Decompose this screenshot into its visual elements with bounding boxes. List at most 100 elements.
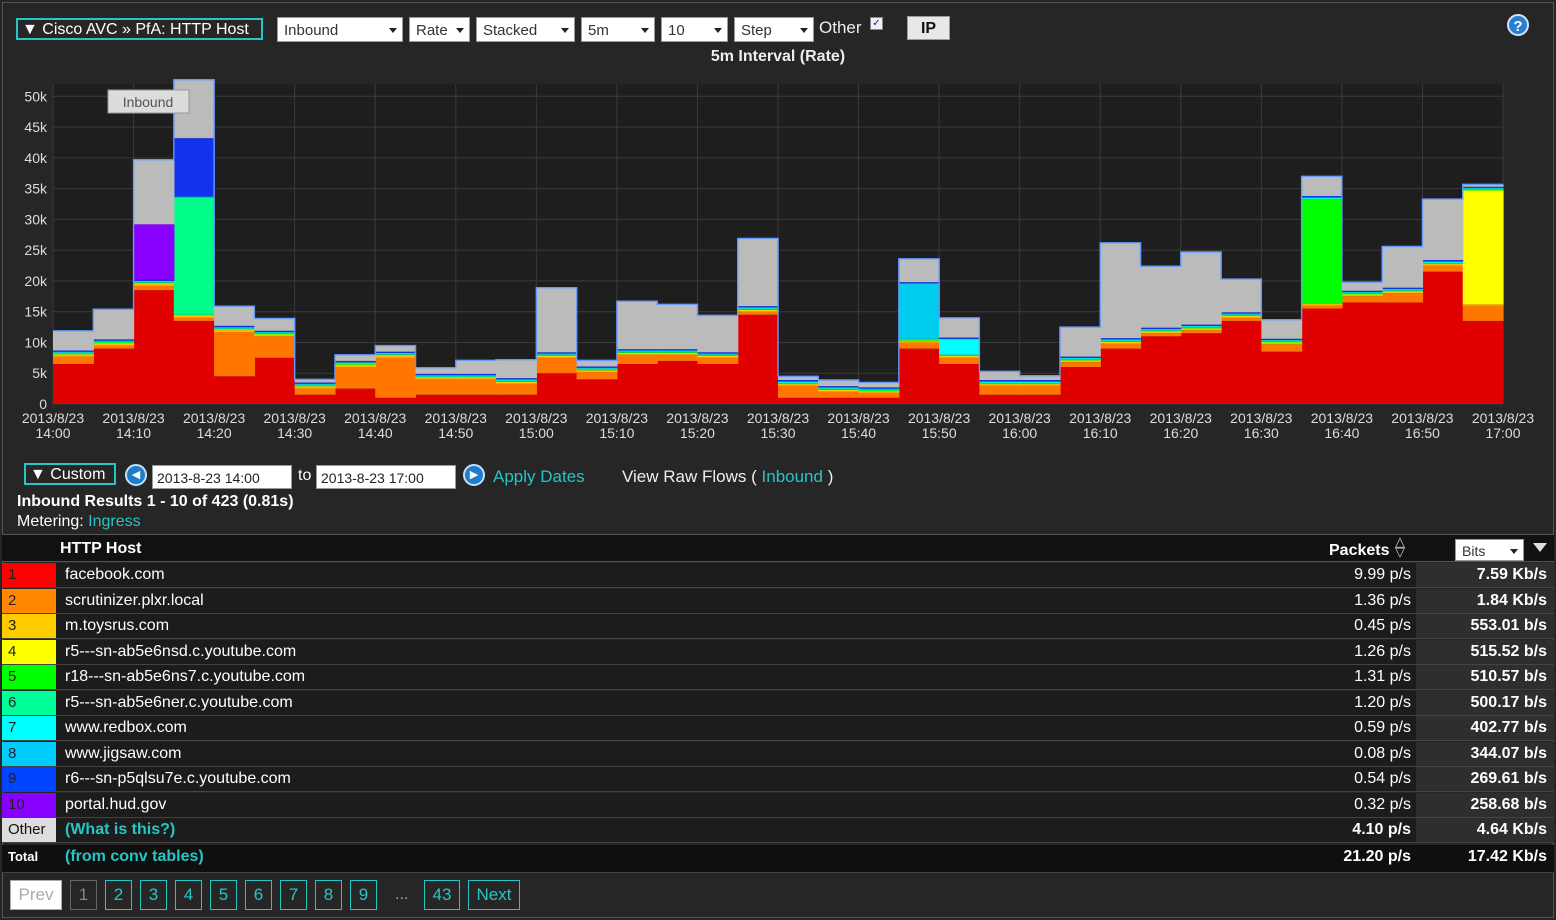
table-row[interactable]: 10 portal.hud.gov 0.32 p/s 258.68 b/s [2,792,1554,818]
bar-segment-4-33 [1382,290,1424,292]
page-5-button[interactable]: 5 [210,880,237,910]
table-row[interactable]: 1 facebook.com 9.99 p/s 7.59 Kb/s [2,563,1554,588]
host-name[interactable]: r5---sn-ab5e6nsd.c.youtube.com [65,643,296,661]
bar-segment-10-20 [858,382,900,388]
interval-select[interactable]: 5m [581,17,655,42]
packets-value: 0.08 p/s [1354,744,1411,762]
bits-value: 7.59 Kb/s [1476,566,1547,583]
metering-link[interactable]: Ingress [88,513,140,530]
ip-button[interactable]: IP [907,16,950,40]
sort-icon[interactable]: △ ▽ [1395,535,1405,558]
bar-segment-1-29 [1221,317,1262,321]
bar-segment-2-9 [415,378,457,380]
bar-segment-3-14 [616,352,658,354]
host-name[interactable]: (What is this?) [65,821,175,839]
graph-type-select[interactable]: Step [734,17,814,42]
bar-segment-5-8 [375,354,417,355]
col-http-host[interactable]: HTTP Host [60,540,141,558]
help-icon[interactable]: ? [1507,14,1529,36]
bar-segment-0-21 [898,348,940,404]
bits-cell: 515.52 b/s [1416,639,1554,664]
date-from-input[interactable]: 2013-8-23 14:00 [152,465,292,489]
page-6-button[interactable]: 6 [245,880,272,910]
bar-segment-4-13 [576,369,618,371]
x-tick-label: 2013/8/23 16:00 [989,410,1051,441]
table-row[interactable]: 7 www.redbox.com 0.59 p/s 402.77 b/s [2,716,1554,741]
bar-segment-10-13 [576,360,618,367]
host-name[interactable]: r18---sn-ab5e6ns7.c.youtube.com [65,668,305,686]
table-row[interactable]: 5 r18---sn-ab5e6ns7.c.youtube.com 1.31 p/s… [2,665,1554,690]
host-name[interactable]: r6---sn-p5qlsu7e.c.youtube.com [65,770,291,788]
date-to-input[interactable]: 2013-8-23 17:00 [316,465,456,489]
bar-segment-5-33 [1382,290,1424,291]
bar-segment-3-34 [1422,263,1464,265]
page-7-button[interactable]: 7 [280,880,307,910]
host-name[interactable]: (from conv tables) [65,848,204,866]
host-name[interactable]: www.jigsaw.com [65,745,181,763]
bar-segment-3-32 [1341,294,1383,296]
other-row[interactable]: Other (What is this?) 4.10 p/s 4.64 Kb/s [2,818,1554,843]
next-period-icon[interactable]: ▶ [463,464,485,486]
bits-cell: 4.64 Kb/s [1416,818,1554,842]
host-name[interactable]: m.toysrus.com [65,617,169,635]
table-row[interactable]: 3 m.toysrus.com 0.45 p/s 553.01 b/s [2,614,1554,639]
y-tick-label: 35k [24,181,48,197]
bar-segment-5-34 [1422,262,1464,264]
bar-segment-5-26 [1100,340,1142,342]
bar-segment-10-15 [657,304,699,350]
host-name[interactable]: facebook.com [65,566,165,584]
report-title-menu[interactable]: ▼ Cisco AVC » PfA: HTTP Host [16,18,263,40]
bar-segment-6-14 [616,351,658,352]
apply-dates-link[interactable]: Apply Dates [493,467,585,487]
table-row[interactable]: 6 r5---sn-ab5e6ner.c.youtube.com 1.20 p/s 5… [2,690,1554,716]
host-name[interactable]: www.redbox.com [65,719,187,737]
graph-style-select[interactable]: Stacked [476,17,575,42]
column-menu-icon[interactable] [1533,543,1547,552]
bar-segment-3-8 [375,355,417,356]
bar-segment-10-0 [53,330,94,351]
bar-segment-1-16 [697,357,739,364]
bar-segment-8-6 [294,382,336,384]
bar-segment-2-14 [616,353,658,355]
page-8-button[interactable]: 8 [315,880,342,910]
bar-segment-8-30 [1261,338,1303,340]
host-name[interactable]: r5---sn-ab5e6ner.c.youtube.com [65,694,293,712]
total-row[interactable]: Total (from conv tables) 21.20 p/s 17.42 Kb… [2,844,1554,873]
x-tick-label: 2013/8/23 16:40 [1311,410,1373,441]
other-checkbox[interactable]: ✓ [870,17,883,30]
page-2-button[interactable]: 2 [105,880,132,910]
table-row[interactable]: 4 r5---sn-ab5e6nsd.c.youtube.com 1.26 p/s 5… [2,639,1554,665]
bar-segment-7-12 [536,353,578,355]
bar-segment-8-26 [1100,338,1142,340]
table-row[interactable]: 8 www.jigsaw.com 0.08 p/s 344.07 b/s [2,741,1554,767]
host-name[interactable]: scrutinizer.plxr.local [65,592,204,610]
bar-segment-7-18 [778,381,819,382]
page-9-button[interactable]: 9 [350,880,377,910]
prev-period-icon[interactable]: ◀ [125,464,147,486]
date-range-menu[interactable]: ▼ Custom [24,463,116,485]
direction-select[interactable]: Inbound [277,17,403,42]
table-row[interactable]: 2 scrutinizer.plxr.local 1.36 p/s 1.84 Kb/s [2,588,1554,614]
page-43-button[interactable]: 43 [424,880,460,910]
raw-flows-link[interactable]: Inbound [762,467,823,486]
bar-segment-7-10 [455,375,497,376]
unit-select[interactable]: Bits [1455,539,1524,561]
bar-segment-4-18 [778,383,819,384]
y-tick-label: 45k [24,119,48,135]
host-name[interactable]: portal.hud.gov [65,796,166,814]
col-packets[interactable]: Packets [1329,542,1390,560]
bar-segment-5-0 [53,352,94,354]
page-4-button[interactable]: 4 [175,880,202,910]
bar-segment-2-16 [697,356,739,358]
bar-segment-10-8 [375,345,417,352]
next-page-button[interactable]: Next [468,880,520,910]
prev-page-button[interactable]: Prev [10,880,62,910]
mode-select[interactable]: Rate [409,17,470,42]
table-row[interactable]: 9 r6---sn-p5qlsu7e.c.youtube.com 0.54 p/s 2… [2,767,1554,792]
page-1-button[interactable]: 1 [70,880,97,910]
bar-segment-1-18 [778,385,819,398]
page-3-button[interactable]: 3 [140,880,167,910]
bar-segment-2-34 [1422,264,1464,266]
count-select[interactable]: 10 [661,17,728,42]
bits-value: 258.68 b/s [1470,795,1548,813]
